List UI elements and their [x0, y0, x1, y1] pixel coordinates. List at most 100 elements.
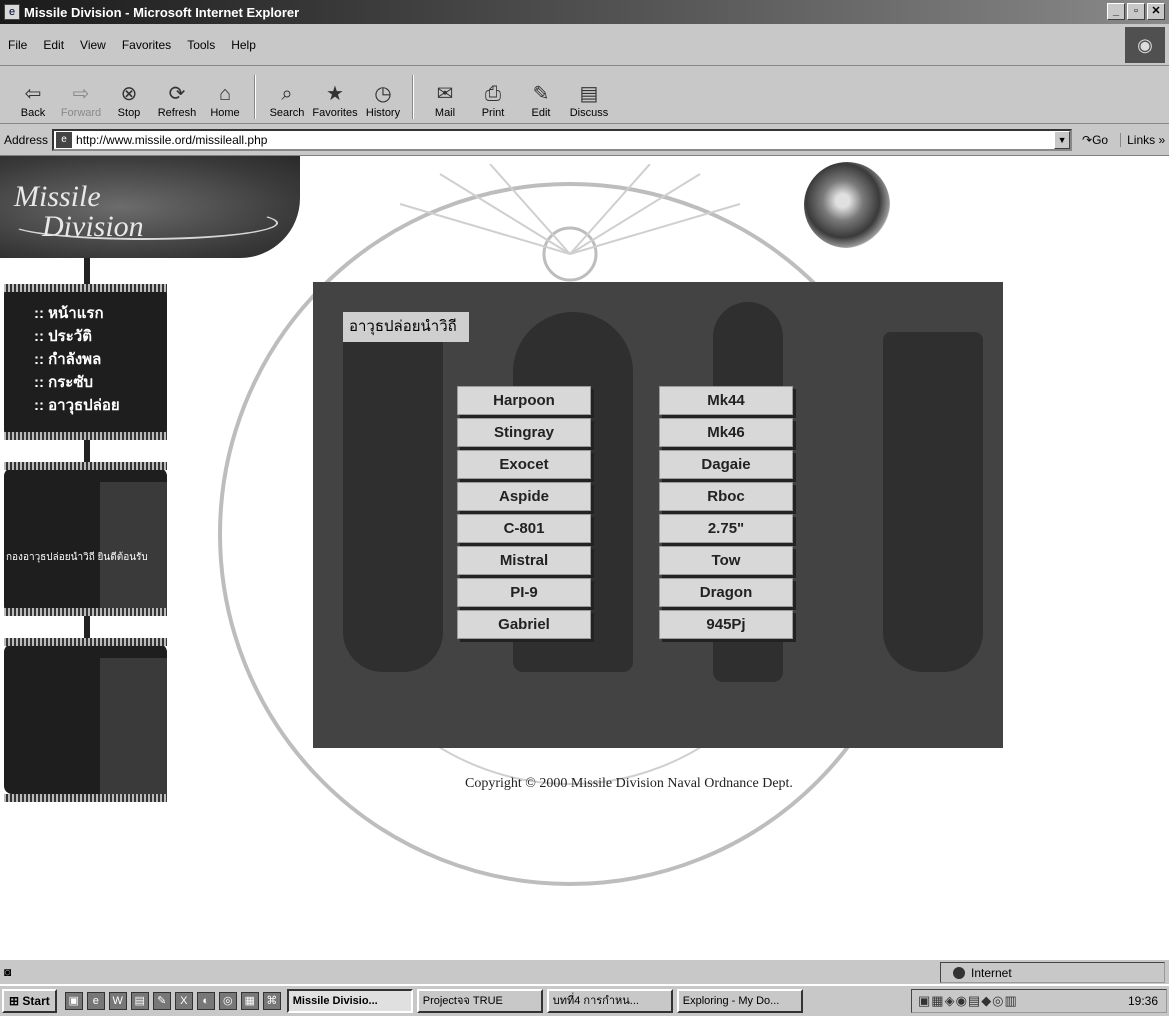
- ornament-tower: [883, 332, 983, 672]
- page-icon: e: [56, 131, 73, 148]
- weapon-stingray[interactable]: Stingray: [457, 418, 591, 447]
- quicklaunch-excel-icon[interactable]: X: [174, 992, 193, 1010]
- history-button[interactable]: ◷ History: [360, 81, 406, 119]
- weapon-mistral[interactable]: Mistral: [457, 546, 591, 575]
- menu-edit[interactable]: Edit: [43, 38, 64, 52]
- home-label: Home: [210, 107, 240, 119]
- toolbar-separator: [254, 75, 256, 119]
- go-button[interactable]: ↷Go: [1082, 133, 1108, 147]
- back-arrow-icon: ⇦: [24, 83, 42, 105]
- nav-history[interactable]: :: ประวัติ: [34, 325, 167, 348]
- task-chapter-4[interactable]: บทที่4 การกำหน...: [546, 989, 673, 1013]
- nav-personnel[interactable]: :: กำลังพล: [34, 348, 167, 371]
- close-button[interactable]: ✕: [1147, 3, 1165, 20]
- quicklaunch-word-icon[interactable]: W: [108, 992, 127, 1010]
- refresh-button[interactable]: ⟳ Refresh: [154, 81, 200, 119]
- refresh-label: Refresh: [157, 107, 197, 119]
- menu-favorites[interactable]: Favorites: [122, 38, 171, 52]
- nav-missiles[interactable]: :: อาวุธปล่อย: [34, 394, 167, 417]
- tray-icons[interactable]: ▣▦◈◉▤◆◎▥: [912, 993, 1124, 1009]
- stop-label: Stop: [117, 107, 141, 119]
- start-button[interactable]: ⊞ Start: [2, 989, 57, 1013]
- menu-tools[interactable]: Tools: [187, 38, 215, 52]
- quicklaunch-explorer-icon[interactable]: ▤: [130, 992, 149, 1010]
- edit-button[interactable]: ✎ Edit: [518, 81, 564, 119]
- connector-bar: [84, 258, 90, 286]
- quicklaunch-desktop-icon[interactable]: ▣: [64, 992, 83, 1010]
- address-url: http://www.missile.ord/missileall.php: [76, 132, 268, 147]
- menu-view[interactable]: View: [80, 38, 106, 52]
- address-bar: Address e http://www.missile.ord/missile…: [0, 124, 1169, 156]
- search-label: Search: [269, 107, 305, 119]
- address-dropdown-icon[interactable]: ▼: [1054, 130, 1071, 149]
- weapon-rboc[interactable]: Rboc: [659, 482, 793, 511]
- menu-help[interactable]: Help: [231, 38, 256, 52]
- quicklaunch-outlook-icon[interactable]: ◐: [196, 992, 215, 1010]
- stop-icon: ⊗: [120, 83, 138, 105]
- ie-app-icon[interactable]: e: [4, 4, 20, 20]
- quicklaunch-channel-icon[interactable]: ⌘: [262, 992, 281, 1010]
- home-button[interactable]: ⌂ Home: [202, 81, 248, 119]
- quicklaunch-paint-icon[interactable]: ✎: [152, 992, 171, 1010]
- weapon-pl-9[interactable]: PI-9: [457, 578, 591, 607]
- weapon-c-801[interactable]: C-801: [457, 514, 591, 543]
- edit-icon: ✎: [532, 83, 550, 105]
- search-button[interactable]: ⌕ Search: [264, 81, 310, 119]
- quicklaunch-browser-icon[interactable]: ◎: [218, 992, 237, 1010]
- window-controls: _ ▫ ✕: [1107, 3, 1165, 20]
- welcome-box: กองอาวุธปล่อยนำวิถี ยินดีต้อนรับ: [4, 468, 167, 614]
- favorites-button[interactable]: ★ Favorites: [312, 81, 358, 119]
- site-logo[interactable]: Missile Division: [0, 156, 300, 258]
- weapon-945pj[interactable]: 945Pj: [659, 610, 793, 639]
- weapon-dagaie[interactable]: Dagaie: [659, 450, 793, 479]
- toolbar: ⇦ Back ⇨ Forward ⊗ Stop ⟳ Refresh ⌂ Home…: [0, 66, 1169, 124]
- nav-home[interactable]: :: หน้าแรก: [34, 302, 167, 325]
- weapon-gabriel[interactable]: Gabriel: [457, 610, 591, 639]
- back-label: Back: [20, 107, 46, 119]
- forward-arrow-icon: ⇨: [72, 83, 90, 105]
- address-input[interactable]: e http://www.missile.ord/missileall.php: [52, 128, 1073, 151]
- search-icon: ⌕: [281, 83, 293, 105]
- info-border-top: [4, 462, 167, 470]
- mail-icon: ✉: [436, 83, 454, 105]
- print-button[interactable]: ⎙ Print: [470, 81, 516, 119]
- maximize-button[interactable]: ▫: [1127, 3, 1145, 20]
- weapon-mk44[interactable]: Mk44: [659, 386, 793, 415]
- quicklaunch-ie-icon[interactable]: e: [86, 992, 105, 1010]
- weapon-mk46[interactable]: Mk46: [659, 418, 793, 447]
- links-button[interactable]: Links »: [1120, 132, 1165, 147]
- task-exploring[interactable]: Exploring - My Do...: [676, 989, 803, 1013]
- go-arrow-icon: ↷: [1082, 132, 1093, 147]
- clock[interactable]: 19:36: [1128, 994, 1158, 1008]
- weapon-2-75[interactable]: 2.75": [659, 514, 793, 543]
- forward-label: Forward: [60, 107, 102, 119]
- weapon-aspide[interactable]: Aspide: [457, 482, 591, 511]
- start-label: Start: [22, 994, 50, 1008]
- task-missile-division[interactable]: Missile Divisio...: [286, 989, 413, 1013]
- stop-button[interactable]: ⊗ Stop: [106, 81, 152, 119]
- task-project[interactable]: Projectจจ TRUE: [416, 989, 543, 1013]
- refresh-icon: ⟳: [168, 83, 186, 105]
- welcome-text: กองอาวุธปล่อยนำวิถี ยินดีต้อนรับ: [6, 552, 148, 563]
- weapon-dragon[interactable]: Dragon: [659, 578, 793, 607]
- window-title: Missile Division - Microsoft Internet Ex…: [24, 4, 300, 20]
- missile-panel: อาวุธปล่อยนำวิถี Harpoon Stingray Exocet…: [313, 282, 1003, 748]
- weapon-exocet[interactable]: Exocet: [457, 450, 591, 479]
- nav-ammunition[interactable]: :: กระซับ: [34, 371, 167, 394]
- weapon-harpoon[interactable]: Harpoon: [457, 386, 591, 415]
- mail-button[interactable]: ✉ Mail: [422, 81, 468, 119]
- back-button[interactable]: ⇦ Back: [10, 81, 56, 119]
- print-icon: ⎙: [485, 83, 501, 105]
- menu-file[interactable]: File: [8, 38, 27, 52]
- weapon-tow[interactable]: Tow: [659, 546, 793, 575]
- globe-icon: [953, 966, 965, 979]
- edit-label: Edit: [531, 107, 551, 119]
- discuss-button[interactable]: ▤ Discuss: [566, 81, 612, 119]
- ie-throbber-icon: ◉: [1125, 27, 1165, 63]
- quicklaunch-media-icon[interactable]: ▦: [240, 992, 259, 1010]
- main-nav: :: หน้าแรก :: ประวัติ :: กำลังพล :: กระซ…: [4, 286, 167, 438]
- minimize-button[interactable]: _: [1107, 3, 1125, 20]
- page-viewport: Missile Division :: หน้าแรก :: ประวัติ :…: [0, 156, 1169, 959]
- forward-button[interactable]: ⇨ Forward: [58, 81, 104, 119]
- flower-image: [804, 162, 890, 248]
